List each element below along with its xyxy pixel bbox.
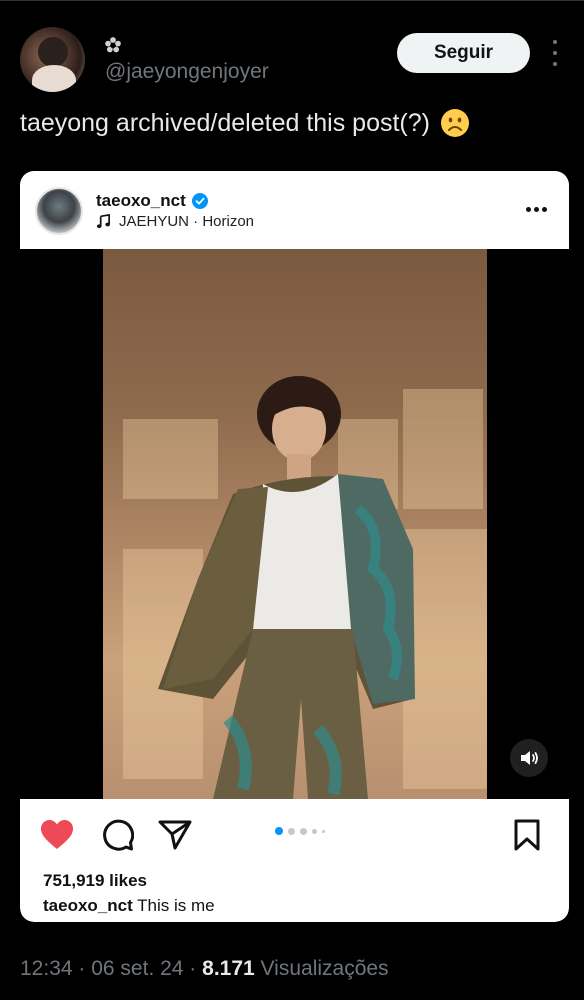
tweet-time[interactable]: 12:34: [20, 957, 73, 980]
ig-photo: [103, 249, 487, 799]
ig-avatar[interactable]: [35, 187, 83, 235]
ig-username[interactable]: taeoxo_nct: [96, 191, 186, 211]
ig-post-footer: 751,919 likes taeoxo_nct This is me: [20, 799, 569, 922]
ig-media[interactable]: [20, 249, 569, 799]
ig-music-label: JAEHYUN · Horizon: [119, 213, 255, 230]
carousel-indicator: [275, 827, 325, 835]
caption-username[interactable]: taeoxo_nct: [43, 896, 133, 915]
verified-badge-icon: [191, 193, 208, 209]
separator: ·: [183, 957, 203, 980]
profile-avatar[interactable]: [20, 27, 85, 92]
separator: ·: [72, 957, 92, 980]
top-divider: [0, 0, 584, 1]
more-options-icon[interactable]: [549, 40, 561, 66]
user-handle[interactable]: @jaeyongenjoyer: [105, 60, 269, 84]
ig-username-row[interactable]: taeoxo_nct: [96, 191, 208, 211]
ig-music-row[interactable]: JAEHYUN · Horizon: [96, 213, 254, 230]
tweet-text-body: taeyong archived/deleted this post(?): [20, 108, 430, 137]
sound-toggle-button[interactable]: [510, 739, 548, 777]
bookmark-icon[interactable]: [512, 819, 542, 851]
embedded-instagram-post[interactable]: taeoxo_nct JAEHYUN · Horizon 751,919 lik…: [20, 171, 569, 922]
follow-button[interactable]: Seguir: [397, 33, 530, 73]
view-label: Visualizações: [254, 957, 389, 980]
tweet-meta: 12:34 · 06 set. 24 · 8.171 Visualizações: [20, 957, 389, 981]
heart-icon[interactable]: [40, 819, 74, 851]
person-figure: [158, 376, 415, 799]
speaker-icon: [521, 751, 538, 765]
likes-count[interactable]: 751,919 likes: [43, 871, 147, 891]
flower-icon: [105, 37, 121, 53]
ig-post-header: taeoxo_nct JAEHYUN · Horizon: [20, 171, 569, 249]
post-caption: taeoxo_nct This is me: [43, 896, 215, 916]
music-note-icon: [96, 214, 110, 229]
share-icon[interactable]: [158, 819, 192, 851]
caption-text: This is me: [137, 896, 215, 915]
frowning-face-icon: [440, 109, 469, 137]
tweet-text: taeyong archived/deleted this post(?): [20, 108, 470, 138]
view-count[interactable]: 8.171: [202, 957, 255, 980]
tweet-date[interactable]: 06 set. 24: [91, 957, 183, 980]
ig-more-icon[interactable]: [526, 207, 547, 212]
comment-icon[interactable]: [100, 819, 134, 851]
